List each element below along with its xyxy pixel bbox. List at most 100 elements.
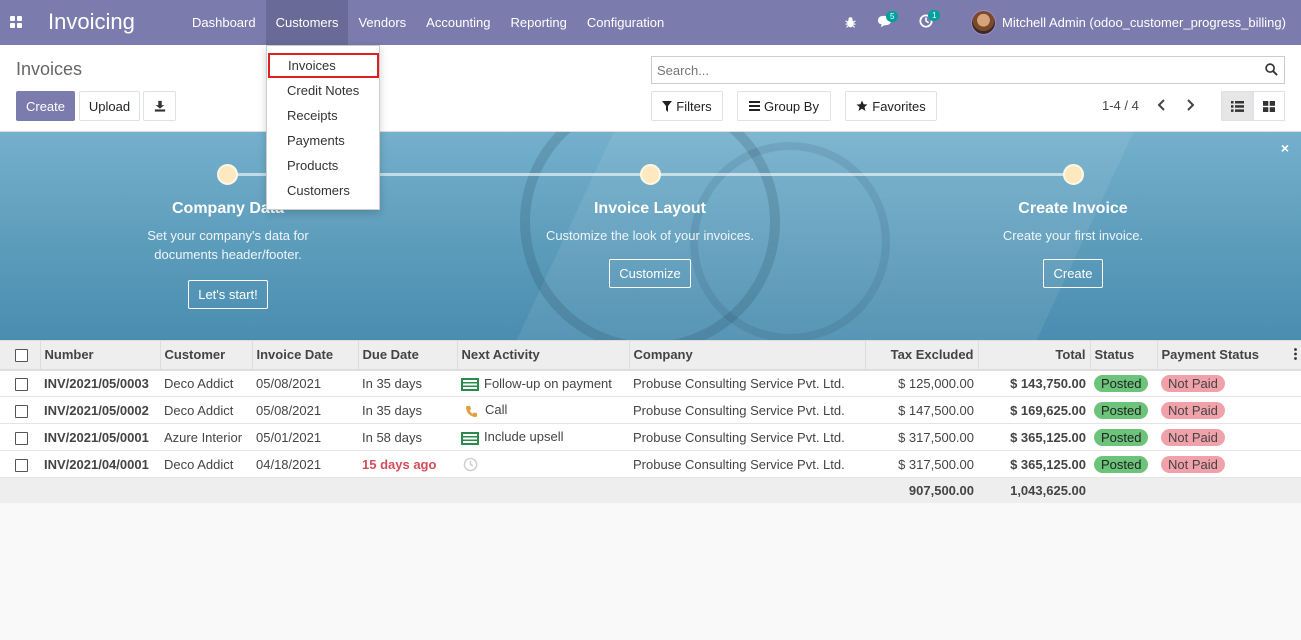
apps-menu-icon[interactable] (10, 16, 22, 28)
menu-accounting[interactable]: Accounting (416, 0, 500, 45)
user-menu[interactable]: Mitchell Admin (odoo_customer_progress_b… (971, 10, 1286, 35)
step-invoice-layout: Invoice Layout Customize the look of you… (540, 200, 760, 288)
invoice-customer: Deco Addict (164, 402, 234, 418)
dropdown-item-receipts[interactable]: Receipts (267, 103, 379, 128)
groupby-button[interactable]: Group By (737, 91, 831, 121)
favorites-button[interactable]: Favorites (845, 91, 937, 121)
grand-total: 1,043,625.00 (1010, 482, 1086, 498)
column-invoice-date[interactable]: Invoice Date (252, 340, 359, 370)
step-create-invoice: Create Invoice Create your first invoice… (963, 200, 1183, 288)
next-activity-cell[interactable]: Follow-up on payment (457, 370, 629, 397)
invoice-date: 05/08/2021 (256, 375, 322, 391)
table-row[interactable]: INV/2021/05/0003 Deco Addict 05/08/2021 … (0, 369, 1301, 397)
download-icon (154, 100, 165, 112)
next-activity-cell[interactable]: Call (457, 397, 629, 424)
invoice-activity-icon[interactable] (461, 431, 479, 445)
close-banner-icon[interactable]: × (1281, 140, 1289, 156)
pager-value[interactable]: 1-4 / 4 (1102, 98, 1139, 113)
menu-reporting[interactable]: Reporting (501, 0, 577, 45)
column-due-date[interactable]: Due Date (358, 340, 458, 370)
debug-bug-icon[interactable] (844, 0, 857, 45)
column-company[interactable]: Company (629, 340, 866, 370)
optional-columns-icon[interactable] (1294, 348, 1297, 363)
kanban-view-button[interactable] (1253, 91, 1285, 121)
upload-button[interactable]: Upload (79, 91, 140, 121)
invoice-tax-excluded: $ 317,500.00 (898, 429, 974, 445)
dropdown-item-payments[interactable]: Payments (267, 128, 379, 153)
dropdown-item-credit-notes[interactable]: Credit Notes (267, 78, 379, 103)
top-navbar: Invoicing Dashboard Customers Vendors Ac… (0, 0, 1301, 45)
status-badge: Posted (1094, 401, 1149, 419)
download-button[interactable] (143, 91, 176, 121)
step-dot-invoice-layout (640, 164, 661, 185)
list-view-button[interactable] (1221, 91, 1253, 121)
column-customer[interactable]: Customer (160, 340, 253, 370)
step-description: Customize the look of your invoices. (545, 228, 755, 243)
messages-count-badge: 5 (886, 10, 899, 22)
invoice-customer: Deco Addict (164, 456, 234, 472)
activities-clock-icon[interactable]: 1 (919, 0, 941, 45)
invoice-company: Probuse Consulting Service Pvt. Ltd. (633, 402, 845, 418)
column-payment-status[interactable]: Payment Status (1157, 341, 1301, 370)
step-description: Create your first invoice. (1002, 228, 1144, 243)
next-activity-label: Call (485, 402, 508, 418)
column-tax-excluded[interactable]: Tax Excluded (865, 340, 979, 370)
invoice-tax-excluded: $ 125,000.00 (898, 375, 974, 391)
app-title: Invoicing (48, 9, 135, 34)
payment-status-badge: Not Paid (1161, 401, 1225, 419)
menu-configuration[interactable]: Configuration (577, 0, 674, 45)
invoice-tax-excluded: $ 147,500.00 (898, 402, 974, 418)
create-button[interactable]: Create (16, 91, 75, 121)
groupby-label: Group By (764, 98, 819, 114)
pager-previous-icon[interactable] (1156, 99, 1168, 111)
user-name: Mitchell Admin (odoo_customer_progress_b… (1002, 15, 1286, 30)
activities-count-badge: 1 (928, 10, 941, 21)
create-invoice-button[interactable]: Create (1043, 259, 1103, 288)
column-status[interactable]: Status (1090, 340, 1158, 370)
clock-icon[interactable] (463, 457, 478, 472)
status-badge: Posted (1094, 374, 1149, 392)
customize-button[interactable]: Customize (609, 259, 691, 288)
invoice-activity-icon[interactable] (461, 377, 479, 391)
row-checkbox[interactable] (0, 424, 40, 451)
invoice-list: Number Customer Invoice Date Due Date Ne… (0, 340, 1301, 503)
table-row[interactable]: INV/2021/04/0001 Deco Addict 04/18/2021 … (0, 450, 1301, 478)
search-icon[interactable] (1265, 63, 1278, 76)
invoice-due-date: 15 days ago (362, 456, 437, 472)
dropdown-item-products[interactable]: Products (267, 153, 379, 178)
select-all-checkbox[interactable] (0, 340, 41, 370)
invoice-number: INV/2021/05/0002 (44, 402, 149, 418)
invoice-total: $ 169,625.00 (1010, 402, 1086, 418)
row-checkbox[interactable] (0, 397, 40, 424)
step-title: Create Invoice (1018, 200, 1128, 217)
table-row[interactable]: INV/2021/05/0001 Azure Interior 05/01/20… (0, 423, 1301, 451)
column-total[interactable]: Total (978, 340, 1091, 370)
favorites-label: Favorites (872, 98, 926, 114)
dropdown-item-customers[interactable]: Customers (267, 178, 379, 203)
row-checkbox[interactable] (0, 451, 40, 478)
next-activity-cell[interactable]: Include upsell (457, 424, 629, 451)
next-activity-cell[interactable] (457, 451, 629, 478)
next-activity-label: Include upsell (484, 429, 564, 445)
phone-icon[interactable] (465, 405, 478, 418)
invoice-due-date: In 35 days (362, 375, 422, 391)
list-bars-icon (749, 101, 761, 111)
menu-vendors[interactable]: Vendors (348, 0, 416, 45)
pager-next-icon[interactable] (1184, 99, 1196, 111)
next-activity-label: Follow-up on payment (484, 375, 612, 391)
control-panel: Invoices Create Upload Filters Group By … (0, 45, 1301, 132)
dropdown-item-invoices[interactable]: Invoices (268, 53, 379, 78)
menu-dashboard[interactable]: Dashboard (182, 0, 266, 45)
search-input[interactable] (652, 57, 1252, 83)
row-checkbox[interactable] (0, 370, 40, 397)
messages-icon[interactable]: 5 (877, 0, 899, 45)
filters-button[interactable]: Filters (651, 91, 723, 121)
invoice-table: Number Customer Invoice Date Due Date Ne… (0, 340, 1301, 503)
menu-customers[interactable]: Customers (265, 0, 349, 45)
table-row[interactable]: INV/2021/05/0002 Deco Addict 05/08/2021 … (0, 396, 1301, 424)
total-tax-excluded: 907,500.00 (908, 482, 974, 498)
lets-start-button[interactable]: Let's start! (188, 280, 268, 309)
step-dot-create-invoice (1063, 164, 1084, 185)
column-number[interactable]: Number (40, 340, 161, 370)
column-next-activity[interactable]: Next Activity (457, 340, 630, 370)
